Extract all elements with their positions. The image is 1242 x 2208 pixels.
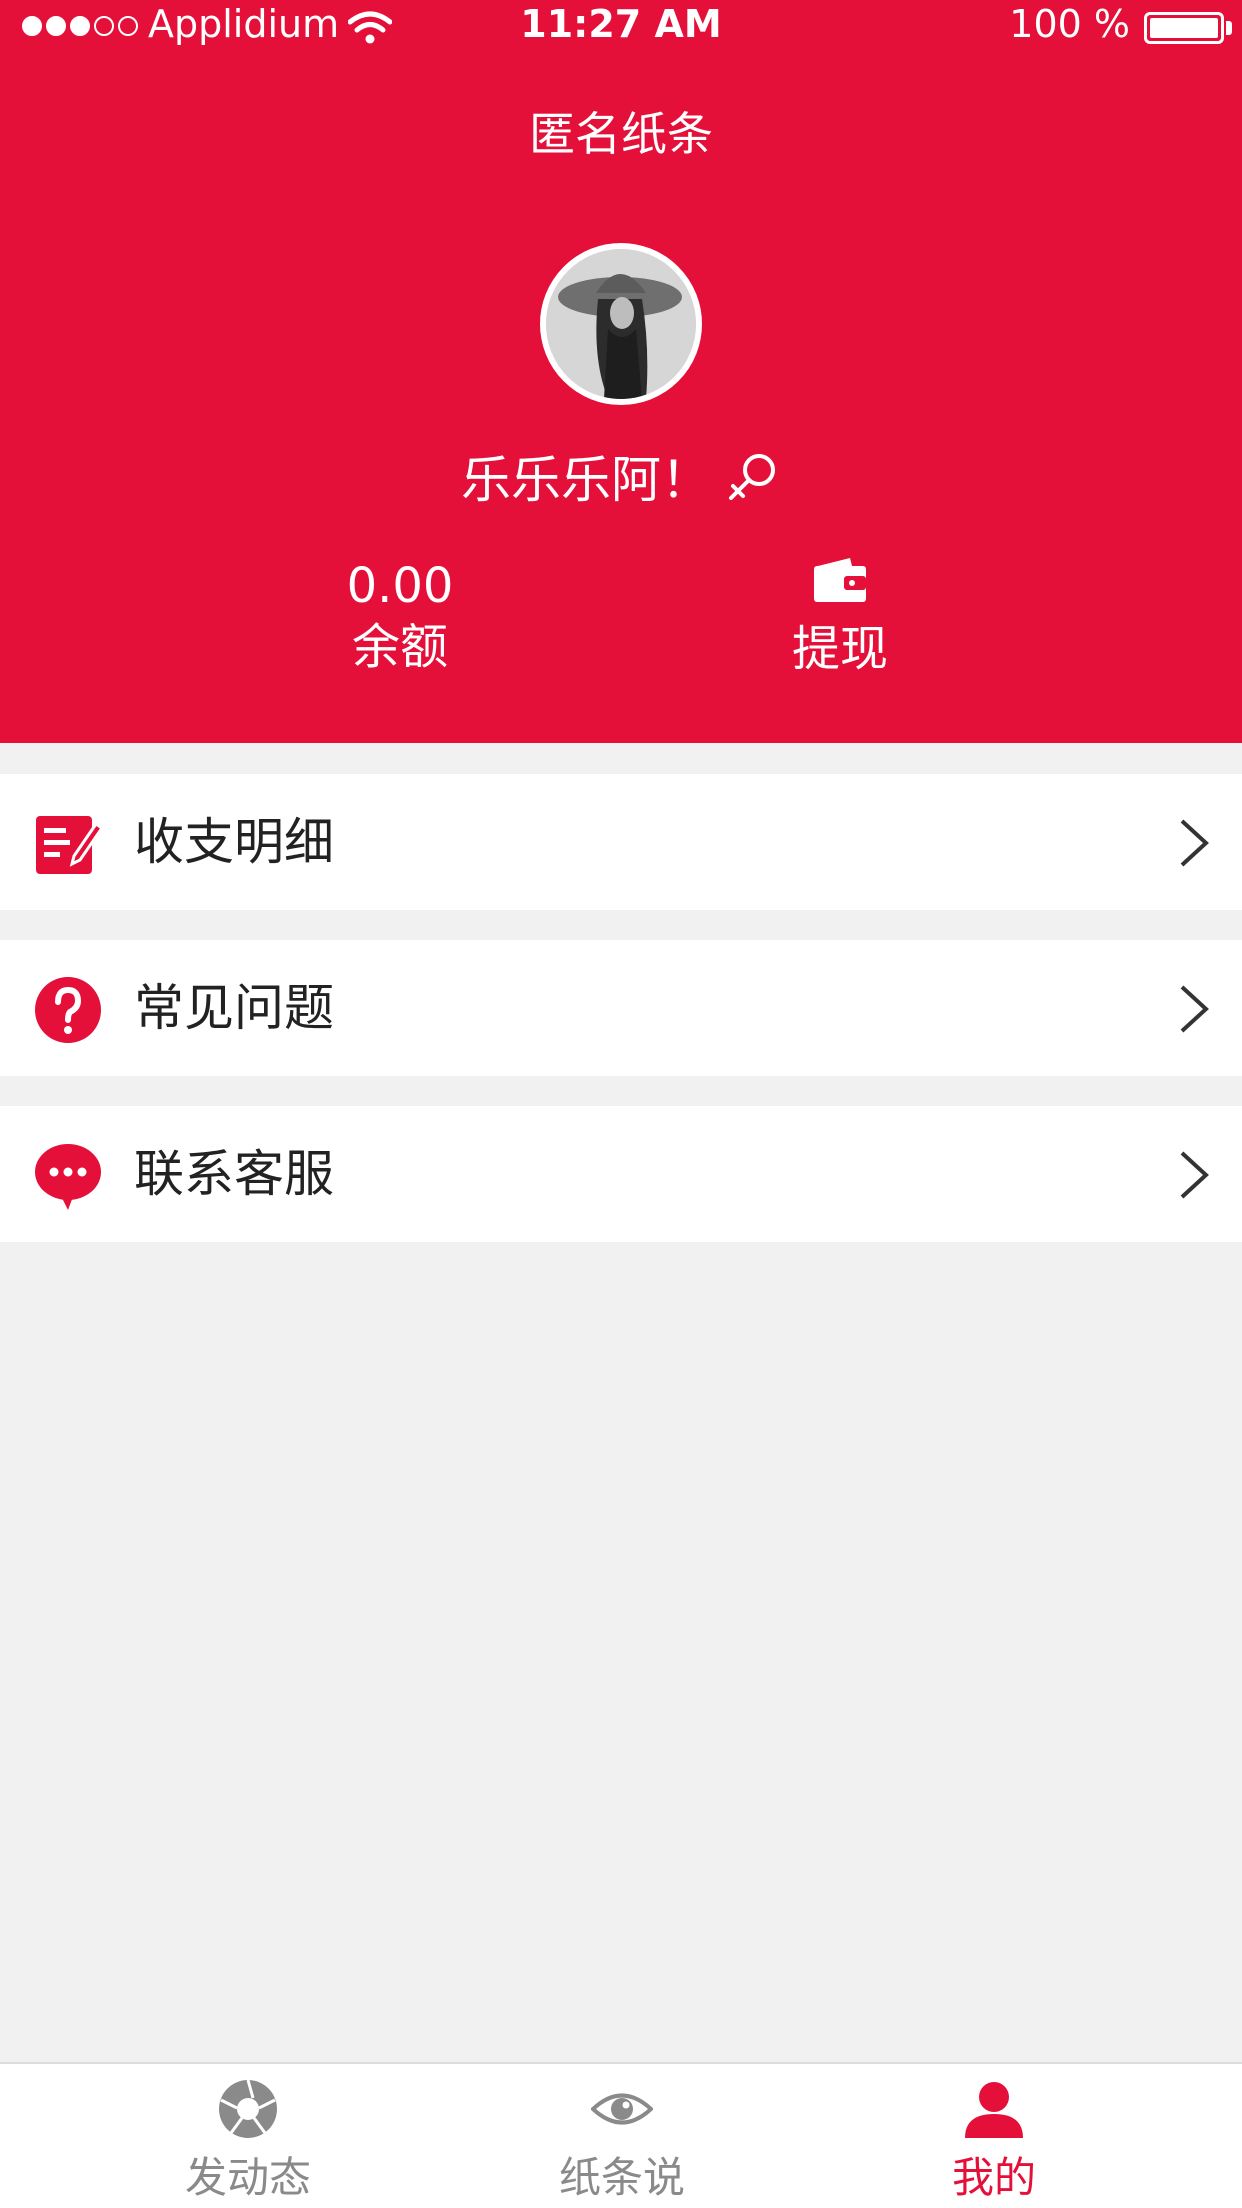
username-row: 乐乐乐阿！ [0, 440, 1242, 512]
chat-bubble-icon [35, 1144, 101, 1210]
tab-label: 发动态 [184, 2153, 311, 2202]
menu-item-label: 收支明细 [134, 813, 334, 871]
menu-item-label: 联系客服 [134, 1145, 334, 1203]
balance-value: 0.00 [346, 558, 454, 614]
avatar[interactable] [540, 243, 702, 405]
username: 乐乐乐阿！ [461, 451, 711, 509]
avatar-portrait-image [546, 249, 696, 399]
battery-percentage: 100 % [1009, 2, 1130, 46]
balance-display: 0.00 余额 [320, 556, 480, 678]
battery-icon [1144, 12, 1224, 44]
withdraw-label: 提现 [791, 621, 888, 677]
menu-item-faq[interactable]: 常见问题 [0, 940, 1242, 1076]
wallet-icon [814, 558, 866, 602]
chevron-right-icon [1180, 819, 1209, 867]
chevron-right-icon [1180, 1151, 1209, 1199]
user-icon [965, 2082, 1023, 2138]
menu-item-customer-service[interactable]: 联系客服 [0, 1106, 1242, 1242]
menu-item-label: 常见问题 [134, 979, 334, 1037]
ledger-edit-icon [36, 816, 102, 874]
withdraw-button[interactable]: 提现 [760, 556, 920, 680]
eye-icon [591, 2093, 653, 2125]
tab-notes[interactable]: 纸条说 [502, 2064, 742, 2208]
balance-label: 余额 [351, 619, 448, 675]
aperture-icon [219, 2079, 277, 2138]
status-bar: Applidium 11:27 AM 100 % [0, 0, 1242, 56]
tab-post-update[interactable]: 发动态 [128, 2064, 368, 2208]
question-icon [35, 977, 101, 1043]
tab-bar: 发动态 纸条说 我的 [0, 2062, 1242, 2208]
battery-tip [1226, 21, 1232, 35]
chevron-right-icon [1180, 985, 1209, 1033]
tab-label: 纸条说 [558, 2153, 685, 2202]
page-title: 匿名纸条 [529, 107, 713, 161]
female-icon [729, 454, 775, 500]
menu-item-income-expense[interactable]: 收支明细 [0, 774, 1242, 910]
tab-mine[interactable]: 我的 [874, 2064, 1114, 2208]
profile-header: Applidium 11:27 AM 100 % 匿名纸条 乐乐乐阿！ 0.00… [0, 0, 1242, 743]
tab-label: 我的 [951, 2153, 1036, 2202]
